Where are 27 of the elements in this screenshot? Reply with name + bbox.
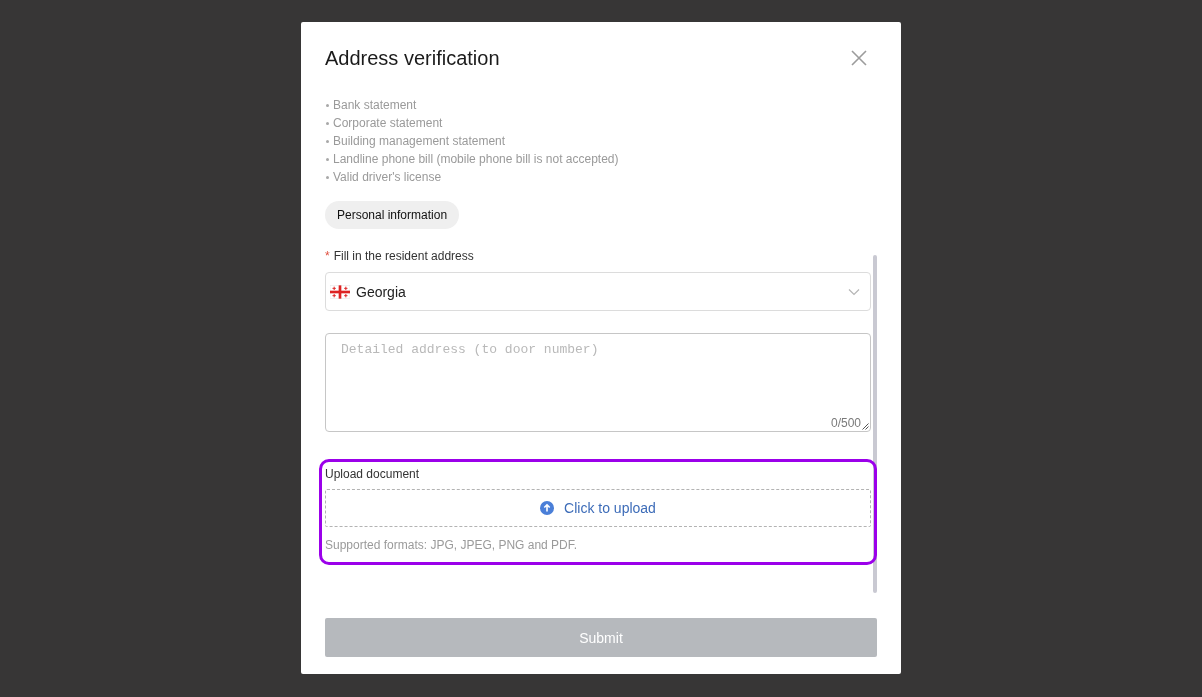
resize-grip-icon[interactable]	[862, 423, 869, 430]
bullet-icon	[326, 175, 329, 179]
flag-icon	[330, 284, 350, 299]
bullet-icon	[326, 103, 329, 107]
document-type-item: Building management statement	[333, 133, 506, 150]
document-type-item: Valid driver's license	[333, 169, 442, 186]
upload-icon	[540, 501, 555, 515]
document-type-item: Bank statement	[333, 97, 417, 114]
section-chip: Personal information	[325, 201, 460, 229]
close-button[interactable]	[850, 49, 868, 67]
select-value: Georgia	[356, 283, 406, 300]
character-counter: 0/500	[830, 415, 861, 431]
scrollbar[interactable]	[873, 255, 877, 593]
bullet-icon	[326, 121, 329, 125]
dialog-title: Address verification	[325, 46, 500, 70]
chevron-down-icon	[848, 287, 860, 296]
document-type-item: Corporate statement	[333, 115, 443, 132]
document-type-item: Landline phone bill (mobile phone bill is not accepted)	[333, 151, 619, 168]
upload-label: Upload document	[325, 466, 421, 483]
upload-hint: Supported formats: JPG, JPEG, PNG and PDF.	[325, 537, 579, 554]
close-icon	[850, 49, 868, 67]
bullet-icon	[326, 139, 329, 143]
country-select[interactable]: Georgia	[325, 272, 871, 311]
field-label: Fill in the resident address	[333, 248, 474, 265]
upload-button[interactable]: Click to upload	[325, 489, 871, 527]
required-mark: *	[325, 248, 330, 265]
bullet-icon	[326, 157, 329, 161]
